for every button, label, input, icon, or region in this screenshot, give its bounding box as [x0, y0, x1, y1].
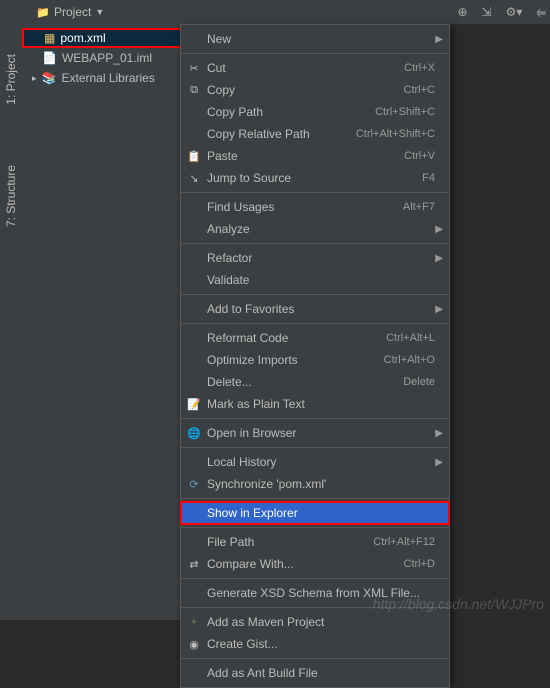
submenu-arrow-icon: ▶ — [435, 34, 443, 45]
menu-item-optimize-imports[interactable]: Optimize ImportsCtrl+Alt+O — [181, 349, 449, 371]
tree-item-iml[interactable]: 📄 WEBAPP_01.iml — [22, 48, 190, 68]
compare-icon: ⇄ — [187, 558, 201, 571]
menu-separator — [181, 53, 449, 54]
menu-item-jump-to-source[interactable]: ↘Jump to SourceF4 — [181, 167, 449, 189]
menu-item-validate[interactable]: Validate — [181, 269, 449, 291]
context-menu: New▶ ✂CutCtrl+X ⧉CopyCtrl+C Copy PathCtr… — [180, 24, 450, 688]
file-icon: 📄 — [42, 51, 57, 65]
cut-icon: ✂ — [187, 62, 201, 75]
copy-icon: ⧉ — [187, 84, 201, 97]
menu-separator — [181, 578, 449, 579]
submenu-arrow-icon: ▶ — [435, 224, 443, 235]
menu-item-open-browser[interactable]: 🌐Open in Browser▶ — [181, 422, 449, 444]
submenu-arrow-icon: ▶ — [435, 457, 443, 468]
menu-item-cut[interactable]: ✂CutCtrl+X — [181, 57, 449, 79]
menu-separator — [181, 447, 449, 448]
project-tree-panel: ▦ pom.xml 📄 WEBAPP_01.iml ▸ 📚 External L… — [22, 24, 190, 620]
top-toolbar: 📁 Project ▼ ⊕ ⇲ ⚙▾ ⥢ — [0, 0, 550, 24]
menu-item-copy-path[interactable]: Copy PathCtrl+Shift+C — [181, 101, 449, 123]
tree-item-label: pom.xml — [60, 31, 105, 45]
side-tab-structure[interactable]: 7: Structure — [4, 165, 18, 227]
submenu-arrow-icon: ▶ — [435, 304, 443, 315]
chevron-right-icon: ▸ — [32, 73, 37, 84]
side-tool-tabs: 1: Project 7: Structure — [0, 24, 22, 620]
paste-icon: 📋 — [187, 150, 201, 163]
library-icon: 📚 — [42, 71, 57, 85]
menu-item-compare[interactable]: ⇄Compare With...Ctrl+D — [181, 553, 449, 575]
gear-icon[interactable]: ⚙▾ — [502, 5, 527, 19]
menu-item-local-history[interactable]: Local History▶ — [181, 451, 449, 473]
menu-item-new[interactable]: New▶ — [181, 28, 449, 50]
menu-separator — [181, 294, 449, 295]
menu-separator — [181, 418, 449, 419]
menu-item-plain-text[interactable]: 📝Mark as Plain Text — [181, 393, 449, 415]
dropdown-arrow-icon: ▼ — [95, 7, 104, 17]
project-tab-label: Project — [54, 5, 91, 19]
xml-file-icon: ▦ — [44, 31, 55, 45]
tree-item-external-libs[interactable]: ▸ 📚 External Libraries — [22, 68, 190, 88]
project-tree: ▦ pom.xml 📄 WEBAPP_01.iml ▸ 📚 External L… — [22, 24, 190, 88]
menu-separator — [181, 243, 449, 244]
side-tab-project[interactable]: 1: Project — [4, 54, 18, 105]
menu-separator — [181, 658, 449, 659]
menu-item-delete[interactable]: Delete...Delete — [181, 371, 449, 393]
menu-item-paste[interactable]: 📋PasteCtrl+V — [181, 145, 449, 167]
menu-item-find-usages[interactable]: Find UsagesAlt+F7 — [181, 196, 449, 218]
menu-item-add-favorites[interactable]: Add to Favorites▶ — [181, 298, 449, 320]
sync-icon: ⟳ — [187, 478, 201, 491]
menu-item-copy[interactable]: ⧉CopyCtrl+C — [181, 79, 449, 101]
submenu-arrow-icon: ▶ — [435, 253, 443, 264]
tree-item-label: WEBAPP_01.iml — [62, 51, 152, 65]
browser-icon: 🌐 — [187, 427, 201, 440]
menu-separator — [181, 192, 449, 193]
plus-icon: + — [187, 616, 201, 628]
menu-item-synchronize[interactable]: ⟳Synchronize 'pom.xml' — [181, 473, 449, 495]
jump-icon: ↘ — [187, 172, 201, 185]
menu-item-create-gist[interactable]: ◉Create Gist... — [181, 633, 449, 655]
menu-item-add-ant[interactable]: Add as Ant Build File — [181, 662, 449, 684]
menu-separator — [181, 527, 449, 528]
github-icon: ◉ — [187, 638, 201, 651]
menu-item-add-maven[interactable]: +Add as Maven Project — [181, 611, 449, 633]
menu-item-analyze[interactable]: Analyze▶ — [181, 218, 449, 240]
menu-item-refactor[interactable]: Refactor▶ — [181, 247, 449, 269]
menu-item-generate-xsd[interactable]: Generate XSD Schema from XML File... — [181, 582, 449, 604]
folder-icon: 📁 — [36, 6, 50, 19]
collapse-icon[interactable]: ⇲ — [478, 5, 496, 19]
menu-separator — [181, 607, 449, 608]
tree-item-label: External Libraries — [61, 71, 154, 85]
project-tool-tab[interactable]: 📁 Project ▼ — [28, 3, 112, 21]
menu-separator — [181, 323, 449, 324]
menu-separator — [181, 498, 449, 499]
target-icon[interactable]: ⊕ — [453, 5, 471, 19]
text-icon: 📝 — [187, 398, 201, 411]
menu-item-file-path[interactable]: File PathCtrl+Alt+F12 — [181, 531, 449, 553]
menu-item-copy-relative-path[interactable]: Copy Relative PathCtrl+Alt+Shift+C — [181, 123, 449, 145]
menu-item-reformat[interactable]: Reformat CodeCtrl+Alt+L — [181, 327, 449, 349]
submenu-arrow-icon: ▶ — [435, 428, 443, 439]
menu-item-show-explorer[interactable]: Show in Explorer — [181, 502, 449, 524]
hide-icon[interactable]: ⥢ — [532, 5, 550, 20]
tree-item-pom[interactable]: ▦ pom.xml — [22, 28, 190, 48]
